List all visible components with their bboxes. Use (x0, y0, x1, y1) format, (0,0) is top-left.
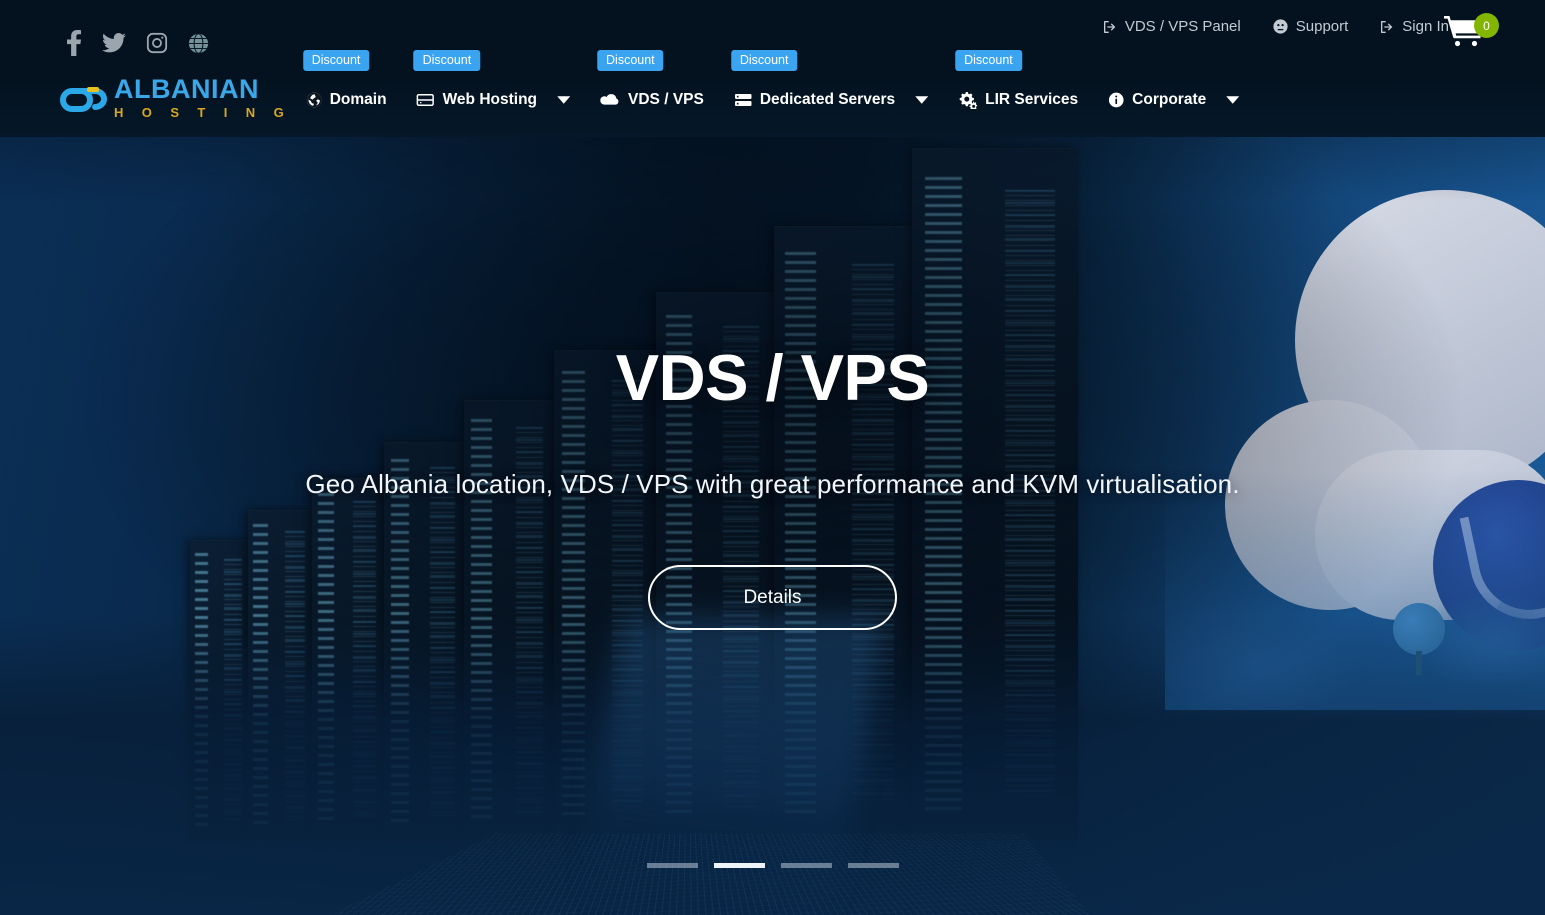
chevron-down-icon (915, 91, 929, 109)
headset-support-icon (1272, 18, 1289, 35)
nav-item-dedicated-servers[interactable]: Discount Dedicated Servers (719, 50, 943, 118)
page-root: ALBANIAN H O S T I N G VDS / VPS Panel S… (0, 0, 1545, 915)
language-globe-icon[interactable] (188, 32, 209, 54)
cloud-icon (600, 93, 620, 107)
primary-nav: Discount Domain Discount Web Hosting Dis… (291, 50, 1255, 118)
hero-background-image (0, 0, 1545, 915)
nav-item-corporate-label: Corporate (1132, 91, 1207, 108)
discount-badge: Discount (597, 50, 664, 72)
globe-icon (306, 92, 322, 108)
instagram-icon[interactable] (146, 32, 168, 54)
nav-item-web-hosting-label: Web Hosting (442, 91, 538, 108)
topnav-support-label: Support (1295, 18, 1349, 35)
topnav-vds-vps-panel-label: VDS / VPS Panel (1124, 18, 1241, 35)
nav-item-web-hosting[interactable]: Discount Web Hosting (402, 50, 585, 118)
topnav-sign-in-label: Sign In (1402, 18, 1449, 35)
carousel-indicators (646, 863, 899, 868)
hero-vignette-overlay (0, 0, 1545, 915)
info-circle-icon (1108, 92, 1124, 108)
logo-mark-icon (57, 80, 109, 116)
nav-item-corporate[interactable]: Corporate (1093, 82, 1254, 118)
chevron-down-icon (557, 91, 571, 109)
facebook-icon[interactable] (66, 30, 82, 56)
nav-item-domain-label: Domain (329, 91, 387, 108)
nav-item-lir-services[interactable]: Discount LIR Services (943, 50, 1093, 118)
server-box-icon (416, 92, 435, 108)
carousel-dot[interactable] (713, 863, 765, 868)
carousel-dot[interactable] (646, 863, 698, 868)
topnav-sign-in[interactable]: Sign In (1379, 18, 1449, 35)
cart-count-badge: 0 (1474, 13, 1499, 38)
login-arrow-icon (1379, 19, 1395, 35)
server-stack-icon (734, 92, 752, 108)
site-header: ALBANIAN H O S T I N G VDS / VPS Panel S… (0, 0, 1545, 137)
discount-badge: Discount (302, 50, 370, 72)
hero-details-button[interactable]: Details (648, 565, 897, 630)
chevron-down-icon (1226, 91, 1240, 109)
discount-badge: Discount (413, 50, 481, 72)
twitter-icon[interactable] (102, 33, 126, 53)
logo-primary-text: ALBANIAN (114, 74, 259, 104)
utility-nav: VDS / VPS Panel Support Sign In (1102, 18, 1449, 35)
site-logo[interactable]: ALBANIAN H O S T I N G (57, 76, 291, 119)
logo-secondary-text: H O S T I N G (114, 105, 292, 120)
cogs-icon (958, 91, 978, 109)
login-arrow-icon (1102, 19, 1118, 35)
discount-badge: Discount (955, 50, 1022, 72)
topnav-support[interactable]: Support (1272, 18, 1349, 35)
discount-badge: Discount (730, 50, 798, 72)
carousel-dot[interactable] (847, 863, 899, 868)
carousel-dot[interactable] (780, 863, 832, 868)
nav-item-dedicated-servers-label: Dedicated Servers (759, 91, 896, 108)
social-links (66, 30, 209, 56)
topnav-vds-vps-panel[interactable]: VDS / VPS Panel (1102, 18, 1241, 35)
nav-item-domain[interactable]: Discount Domain (291, 50, 402, 118)
nav-item-vds-vps[interactable]: Discount VDS / VPS (585, 50, 719, 118)
nav-item-lir-services-label: LIR Services (985, 91, 1079, 108)
nav-item-vds-vps-label: VDS / VPS (628, 91, 704, 108)
cart-button[interactable]: 0 (1443, 13, 1499, 51)
